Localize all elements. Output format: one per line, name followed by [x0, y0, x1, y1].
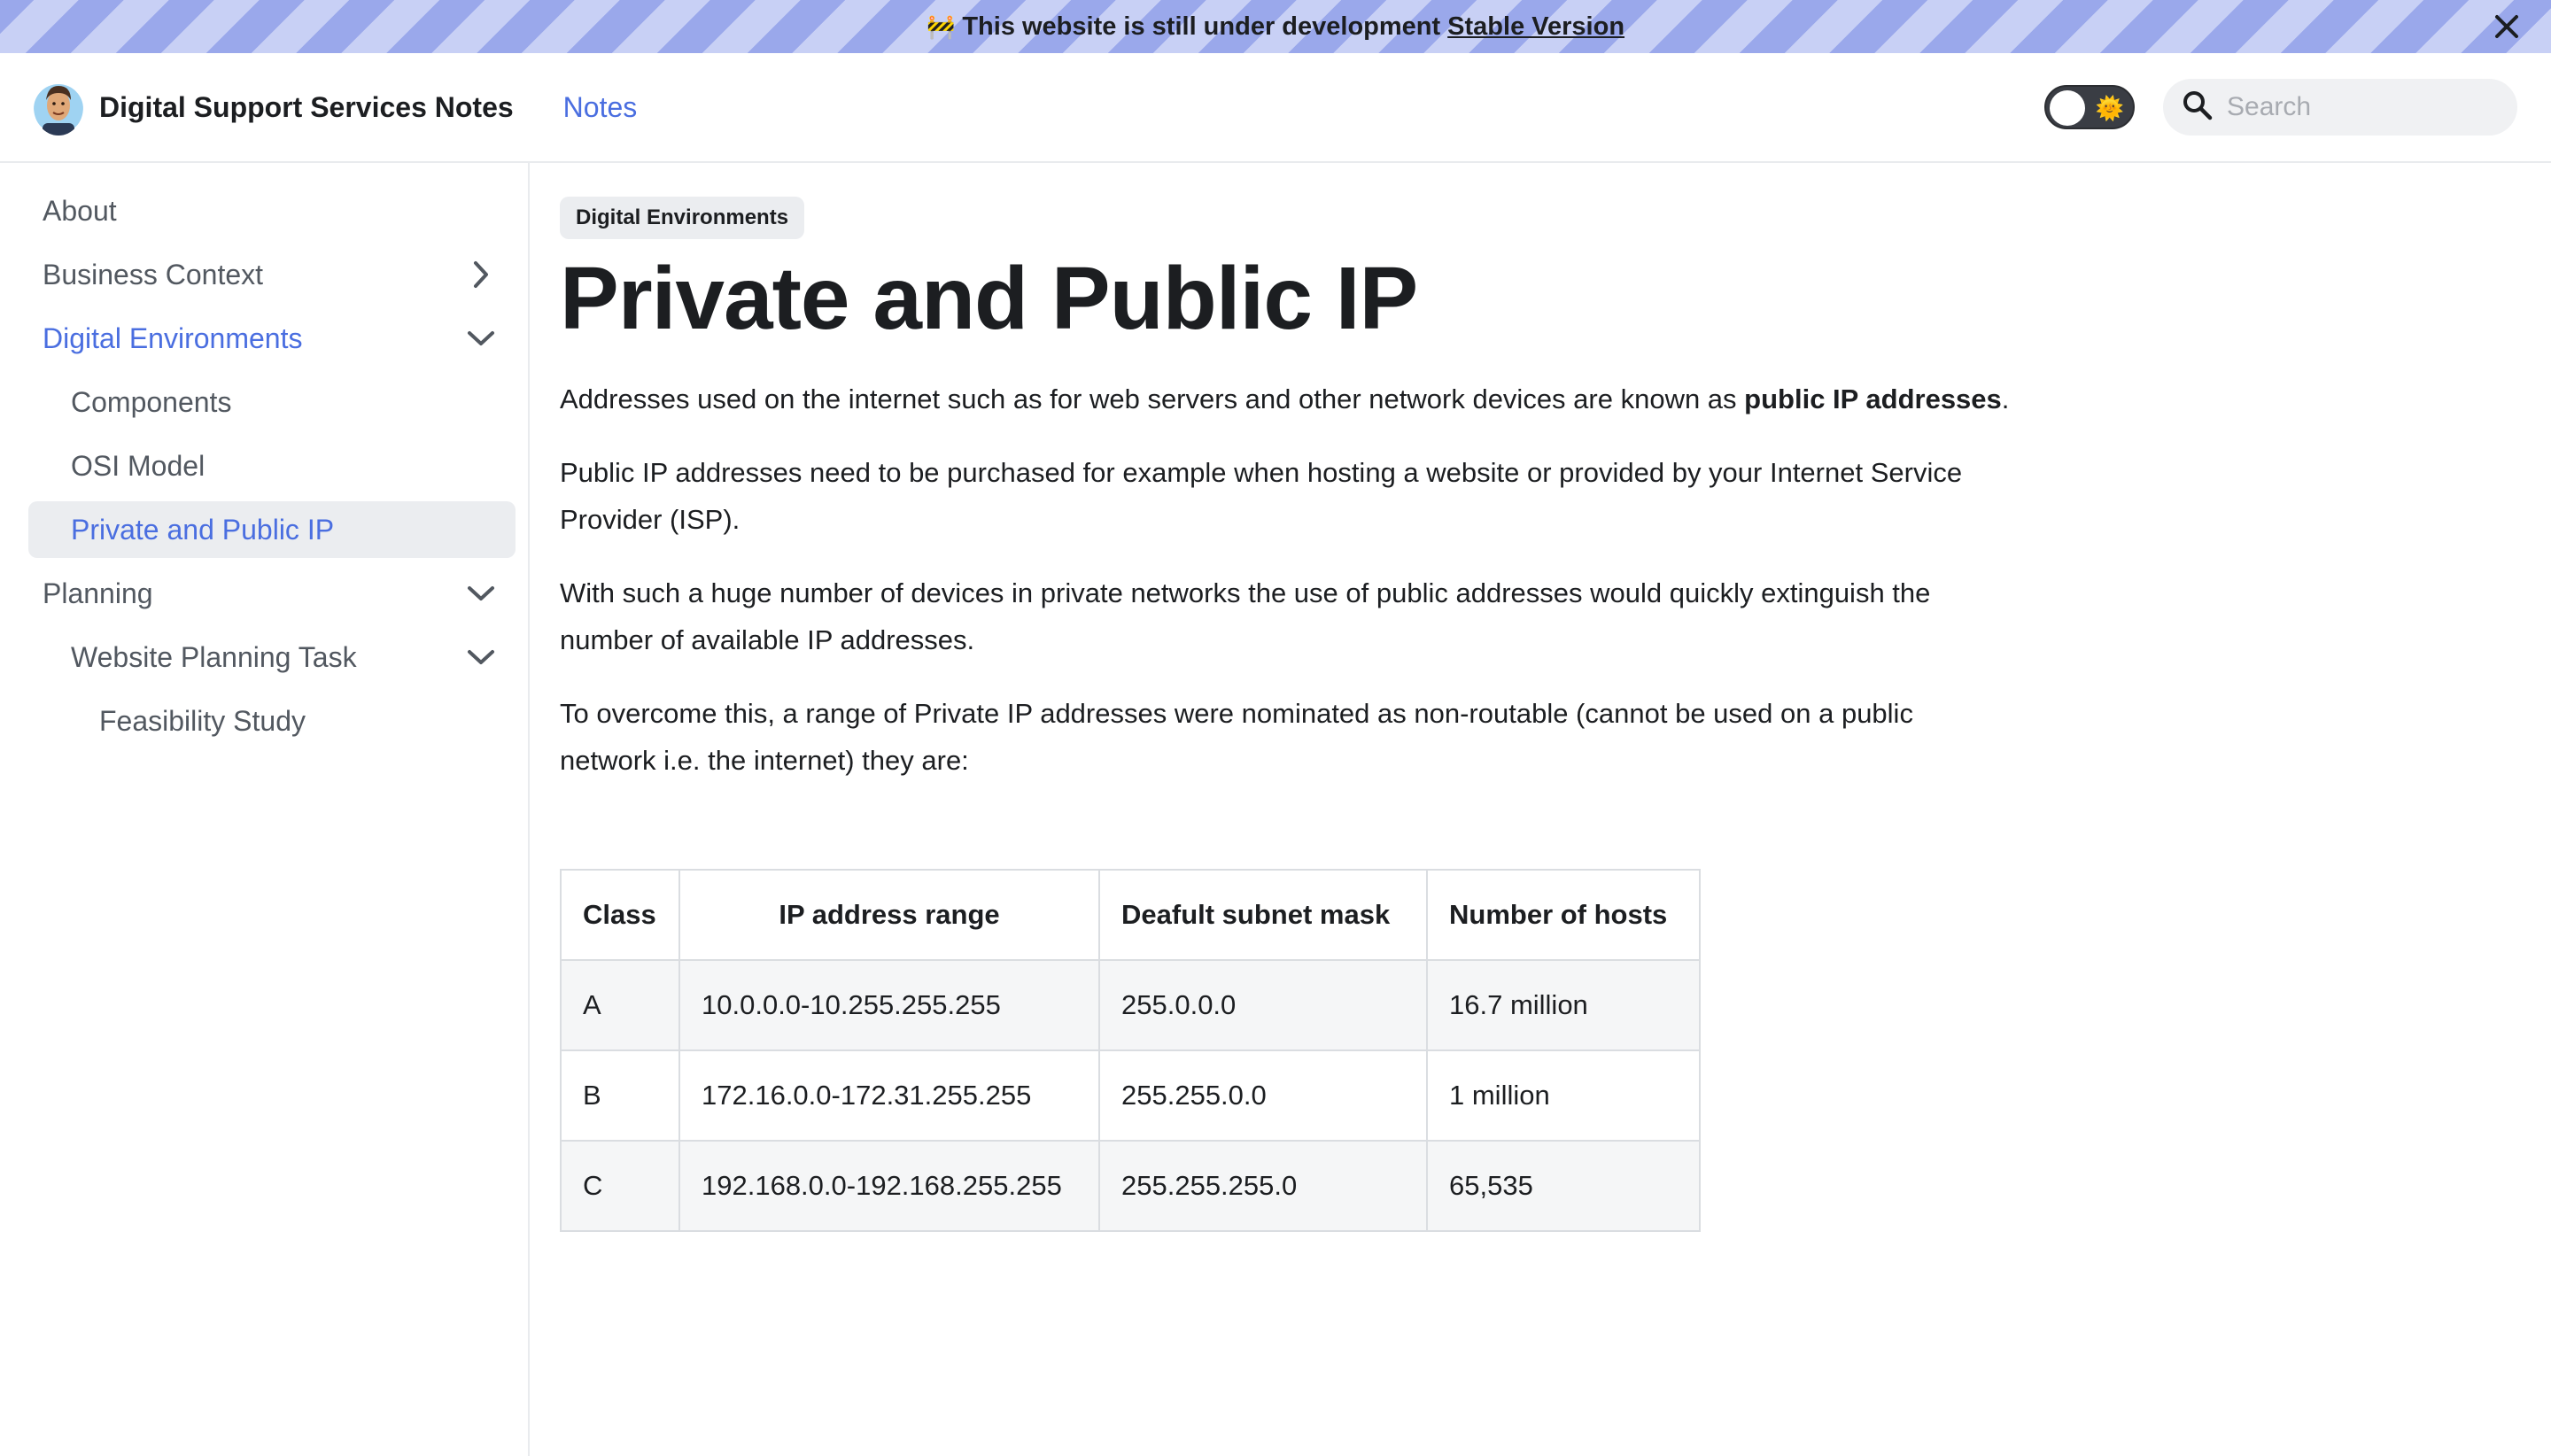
table-header: IP address range [678, 869, 1100, 961]
paragraph: Addresses used on the internet such as f… [560, 376, 2012, 422]
main-content: Digital Environments Private and Public … [560, 163, 2030, 1232]
paragraph: To overcome this, a range of Private IP … [560, 698, 1913, 776]
table-cell: 255.0.0.0 [1098, 959, 1428, 1051]
search-box[interactable] [2163, 79, 2517, 136]
table-cell: 65,535 [1426, 1140, 1701, 1232]
sidebar-item-label: Planning [43, 577, 153, 609]
paragraph: With such a huge number of devices in pr… [560, 577, 1931, 655]
stable-version-link[interactable]: Stable Version [1447, 12, 1624, 42]
page-title: Private and Public IP [560, 249, 1418, 348]
search-input[interactable] [2227, 92, 2493, 122]
sidebar-item-label: OSI Model [71, 449, 205, 482]
table-cell: 255.255.255.0 [1098, 1140, 1428, 1232]
sidebar-item-label: Feasibility Study [99, 704, 306, 737]
sidebar-item-website-planning-task[interactable]: Website Planning Task [28, 629, 516, 685]
table-header: Class [560, 869, 680, 961]
sidebar: About Business Context Digital Environme… [0, 163, 530, 1456]
category-tag[interactable]: Digital Environments [560, 197, 805, 239]
sidebar-item-label: Private and Public IP [71, 513, 335, 546]
sidebar-item-about[interactable]: About [28, 182, 516, 239]
sidebar-item-label: Business Context [43, 258, 264, 290]
close-icon[interactable] [2489, 9, 2524, 44]
sidebar-item-private-and-public-ip[interactable]: Private and Public IP [28, 501, 516, 558]
paragraph-text: . [2001, 383, 2010, 414]
site-title: Digital Support Services Notes [99, 90, 514, 123]
sidebar-item-digital-environments[interactable]: Digital Environments [28, 310, 516, 367]
avatar [34, 79, 83, 136]
table-cell: 16.7 million [1426, 959, 1701, 1051]
nav-link-notes[interactable]: Notes [563, 91, 638, 124]
table-row: A 10.0.0.0-10.255.255.255 255.0.0.0 16.7… [560, 959, 1701, 1051]
navbar: Digital Support Services Notes Notes 🌞 [0, 53, 2551, 163]
ip-ranges-table: Class IP address range Deafult subnet ma… [560, 869, 1701, 1232]
theme-toggle[interactable]: 🌞 [2044, 85, 2135, 129]
table-cell: 172.16.0.0-172.31.255.255 [678, 1049, 1100, 1142]
paragraph: Public IP addresses need to be purchased… [560, 457, 1963, 535]
table-header-row: Class IP address range Deafult subnet ma… [560, 869, 1701, 961]
sidebar-item-label: Website Planning Task [71, 640, 357, 673]
chevron-down-icon[interactable] [466, 642, 496, 672]
brand[interactable]: Digital Support Services Notes [34, 79, 514, 136]
sidebar-item-label: Digital Environments [43, 321, 303, 354]
table-cell: 255.255.0.0 [1098, 1049, 1428, 1142]
toggle-knob [2050, 90, 2085, 126]
sidebar-item-feasibility-study[interactable]: Feasibility Study [28, 693, 516, 749]
sidebar-item-label: About [43, 194, 117, 227]
paragraph-bold-text: public IP addresses [1744, 383, 2002, 414]
paragraph-text: Addresses used on the internet such as f… [560, 383, 1745, 414]
table-cell: A [560, 959, 680, 1051]
sun-icon: 🌞 [2095, 95, 2124, 121]
sidebar-item-components[interactable]: Components [28, 374, 516, 430]
table-header: Deafult subnet mask [1098, 869, 1428, 961]
table-row: B 172.16.0.0-172.31.255.255 255.255.0.0 … [560, 1049, 1701, 1142]
table-cell: 10.0.0.0-10.255.255.255 [678, 959, 1100, 1051]
announcement-bar: 🚧 This website is still under developmen… [0, 0, 2551, 53]
table-cell: 1 million [1426, 1049, 1701, 1142]
sidebar-item-business-context[interactable]: Business Context [28, 246, 516, 303]
sidebar-item-planning[interactable]: Planning [28, 565, 516, 622]
table-cell: C [560, 1140, 680, 1232]
construction-icon: 🚧 [926, 12, 956, 40]
chevron-down-icon[interactable] [466, 578, 496, 608]
table-cell: B [560, 1049, 680, 1142]
chevron-down-icon[interactable] [466, 323, 496, 353]
chevron-right-icon[interactable] [466, 259, 496, 290]
table-row: C 192.168.0.0-192.168.255.255 255.255.25… [560, 1140, 1701, 1232]
sidebar-item-label: Components [71, 385, 232, 418]
search-icon [2183, 90, 2213, 125]
announcement-text: This website is still under development [962, 12, 1441, 41]
table-cell: 192.168.0.0-192.168.255.255 [678, 1140, 1100, 1232]
sidebar-item-osi-model[interactable]: OSI Model [28, 438, 516, 494]
table-header: Number of hosts [1426, 869, 1701, 961]
